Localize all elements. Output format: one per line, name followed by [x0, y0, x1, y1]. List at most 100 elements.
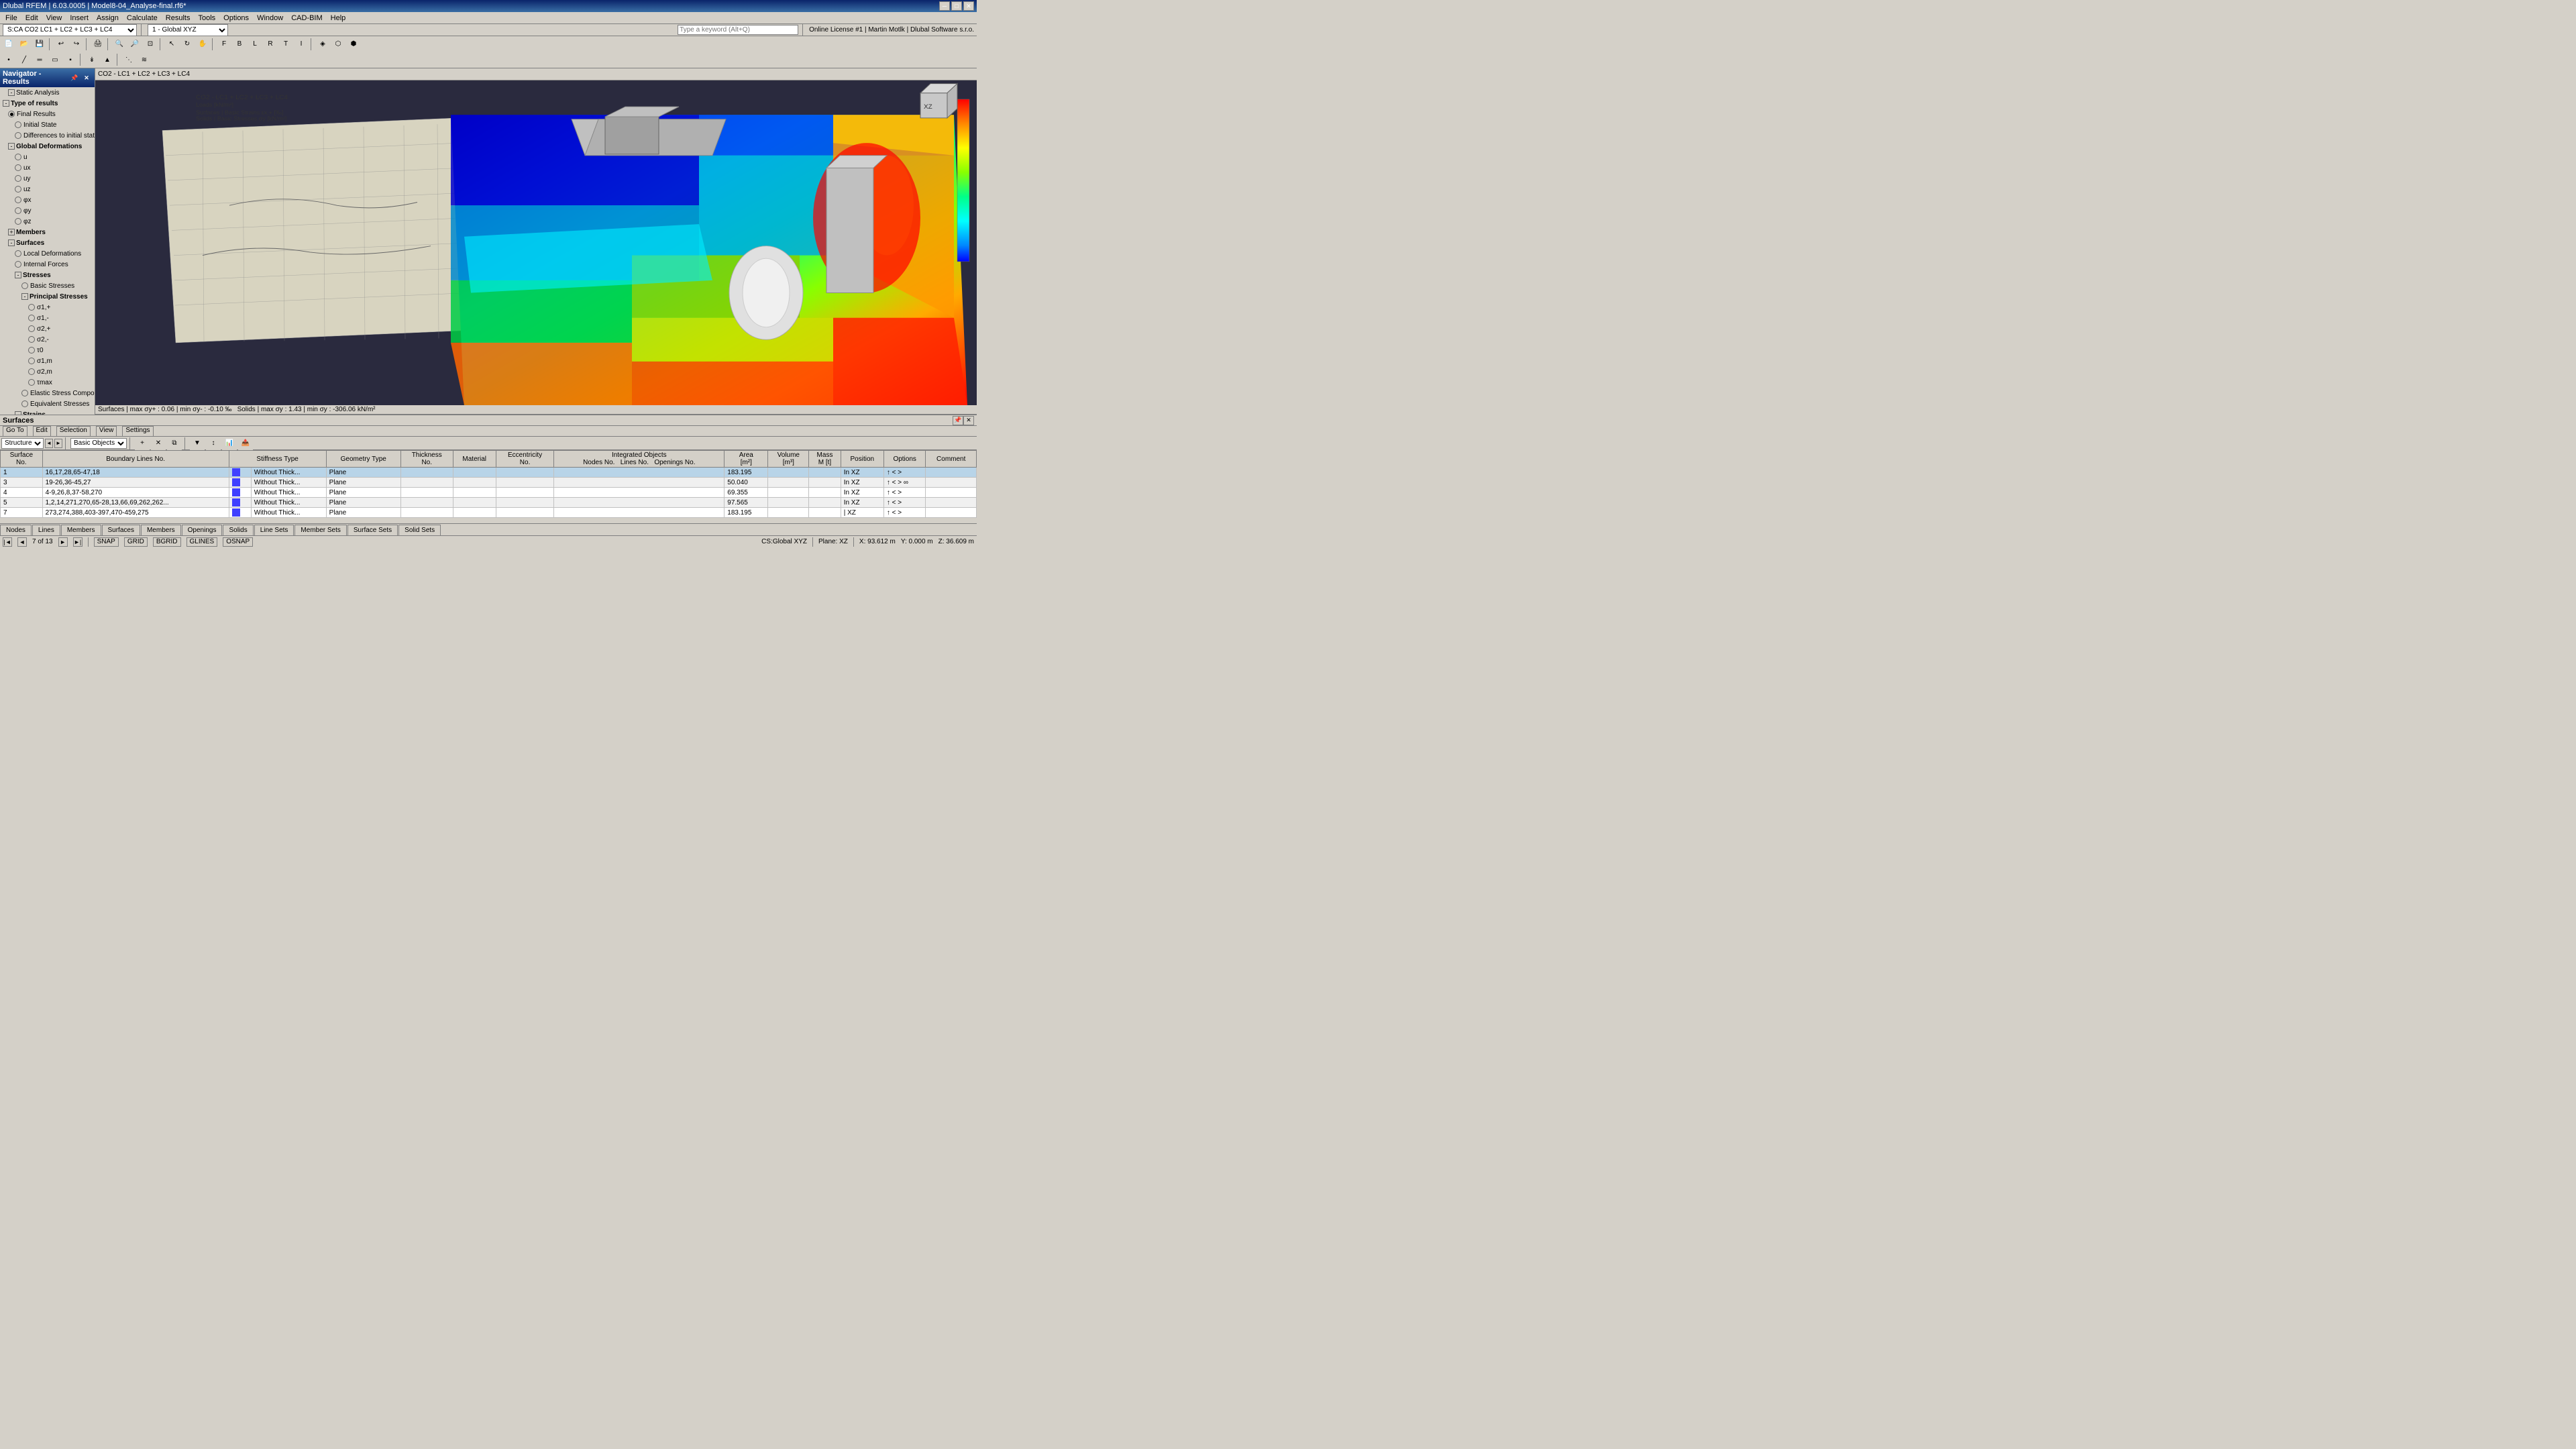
menu-tools[interactable]: Tools	[194, 12, 219, 23]
nav-next-btn[interactable]: ►	[58, 537, 68, 547]
sigma1avg-item[interactable]: σ1,m	[0, 356, 95, 366]
pan-button[interactable]: ✋	[195, 38, 210, 51]
close-button[interactable]: ✕	[963, 1, 974, 11]
expand-icon-strains[interactable]: -	[15, 411, 21, 415]
sigma2p-radio[interactable]	[28, 325, 35, 332]
global-def-item[interactable]: - Global Deformations	[0, 141, 95, 152]
table-chart-btn[interactable]: 📊	[222, 437, 237, 450]
loads-button[interactable]: ↡	[85, 53, 99, 66]
undo-button[interactable]: ↩	[54, 38, 68, 51]
selection-menu[interactable]: Selection	[56, 426, 91, 437]
local-def-radio[interactable]	[15, 250, 21, 257]
menu-window[interactable]: Window	[253, 12, 287, 23]
local-def-item[interactable]: Local Deformations	[0, 248, 95, 259]
grid-button[interactable]: GRID	[124, 537, 148, 547]
view-back-button[interactable]: B	[232, 38, 247, 51]
table-export-btn[interactable]: 📤	[238, 437, 253, 450]
view-top-button[interactable]: T	[278, 38, 293, 51]
uz-radio[interactable]	[15, 186, 21, 193]
expand-icon-pstress[interactable]: -	[21, 293, 28, 300]
uz-item[interactable]: uz	[0, 184, 95, 195]
bgrid-button[interactable]: BGRID	[153, 537, 181, 547]
expand-icon[interactable]: -	[8, 89, 15, 96]
settings-menu[interactable]: Settings	[122, 426, 153, 437]
menu-assign[interactable]: Assign	[93, 12, 123, 23]
expand-icon-members[interactable]: +	[8, 229, 15, 235]
internal-forces-radio[interactable]	[15, 261, 21, 268]
differences-item[interactable]: Differences to initial state	[0, 130, 95, 141]
structure-combo[interactable]: Structure	[1, 438, 44, 449]
view-iso-button[interactable]: I	[294, 38, 309, 51]
phiz-item[interactable]: φz	[0, 216, 95, 227]
rotate-button[interactable]: ↻	[180, 38, 195, 51]
open-button[interactable]: 📂	[17, 38, 32, 51]
phix-radio[interactable]	[15, 197, 21, 203]
uy-item[interactable]: uy	[0, 173, 95, 184]
elastic-stress-item[interactable]: Elastic Stress Components	[0, 388, 95, 398]
sigma2p-item[interactable]: σ2,+	[0, 323, 95, 334]
table-copy-btn[interactable]: ⧉	[167, 437, 182, 450]
table-row[interactable]: 5 1,2,14,271,270,65-28,13,66,69,262,262.…	[1, 498, 977, 508]
lines-button[interactable]: ╱	[17, 53, 32, 66]
static-analysis-item[interactable]: - Static Analysis	[0, 87, 95, 98]
zoom-in-button[interactable]: 🔍	[112, 38, 127, 51]
basic-stresses-radio[interactable]	[21, 282, 28, 289]
expand-icon-surfaces[interactable]: -	[8, 239, 15, 246]
tab-openings[interactable]: Openings	[182, 525, 223, 535]
tau0-item[interactable]: τ0	[0, 345, 95, 356]
menu-results[interactable]: Results	[162, 12, 195, 23]
view-front-button[interactable]: F	[217, 38, 231, 51]
goto-menu[interactable]: Go To	[3, 426, 28, 437]
view-combo-dropdown[interactable]: 1 - Global XYZ	[148, 24, 228, 36]
supports-button[interactable]: ▲	[100, 53, 115, 66]
redo-button[interactable]: ↪	[69, 38, 84, 51]
snap-button[interactable]: SNAP	[94, 537, 119, 547]
expand-icon-results[interactable]: -	[3, 100, 9, 107]
sigma1m-item[interactable]: σ1,-	[0, 313, 95, 323]
zoom-all-button[interactable]: ⊡	[143, 38, 158, 51]
table-delete-btn[interactable]: ✕	[151, 437, 166, 450]
tab-nodes[interactable]: Nodes	[0, 525, 32, 535]
sigma1p-radio[interactable]	[28, 304, 35, 311]
initial-state-item[interactable]: Initial State	[0, 119, 95, 130]
stresses-item[interactable]: - Stresses	[0, 270, 95, 280]
table-pin-button[interactable]: 📌	[953, 416, 963, 425]
keyword-search-input[interactable]	[678, 25, 798, 35]
type-of-results-item[interactable]: - Type of results	[0, 98, 95, 109]
ux-item[interactable]: ux	[0, 162, 95, 173]
select-button[interactable]: ↖	[164, 38, 179, 51]
tab-surfaces[interactable]: Surfaces	[102, 525, 140, 535]
menu-cad-bim[interactable]: CAD-BIM	[287, 12, 326, 23]
menu-edit[interactable]: Edit	[21, 12, 42, 23]
strains-item[interactable]: - Strains	[0, 409, 95, 415]
principal-stresses-item[interactable]: - Principal Stresses	[0, 291, 95, 302]
tab-members2[interactable]: Members	[141, 525, 181, 535]
menu-file[interactable]: File	[1, 12, 21, 23]
sigma1m-radio[interactable]	[28, 315, 35, 321]
zoom-out-button[interactable]: 🔎	[127, 38, 142, 51]
table-row[interactable]: 4 4-9,26,8,37-58,270 Without Thick... Pl…	[1, 488, 977, 498]
combo-right-btn[interactable]: ►	[54, 439, 62, 448]
view-left-button[interactable]: L	[248, 38, 262, 51]
surfaces-button[interactable]: ▭	[48, 53, 62, 66]
sigma2avg-radio[interactable]	[28, 368, 35, 375]
equiv-stress-radio[interactable]	[21, 400, 28, 407]
maximize-button[interactable]: □	[951, 1, 962, 11]
tab-surface-sets[interactable]: Surface Sets	[347, 525, 398, 535]
tab-solid-sets[interactable]: Solid Sets	[398, 525, 441, 535]
nav-pin-button[interactable]: 📌	[69, 73, 80, 83]
differences-radio[interactable]	[15, 132, 21, 139]
tab-lines[interactable]: Lines	[32, 525, 60, 535]
phix-item[interactable]: φx	[0, 195, 95, 205]
sigma2avg-item[interactable]: σ2,m	[0, 366, 95, 377]
taumax-item[interactable]: τmax	[0, 377, 95, 388]
nodes-button[interactable]: •	[1, 53, 16, 66]
members-nav-item[interactable]: + Members	[0, 227, 95, 237]
tab-line-sets[interactable]: Line Sets	[254, 525, 294, 535]
menu-options[interactable]: Options	[219, 12, 253, 23]
u-item[interactable]: u	[0, 152, 95, 162]
uy-radio[interactable]	[15, 175, 21, 182]
table-new-btn[interactable]: +	[135, 437, 150, 450]
phiy-radio[interactable]	[15, 207, 21, 214]
nav-first-btn[interactable]: |◄	[3, 537, 12, 547]
